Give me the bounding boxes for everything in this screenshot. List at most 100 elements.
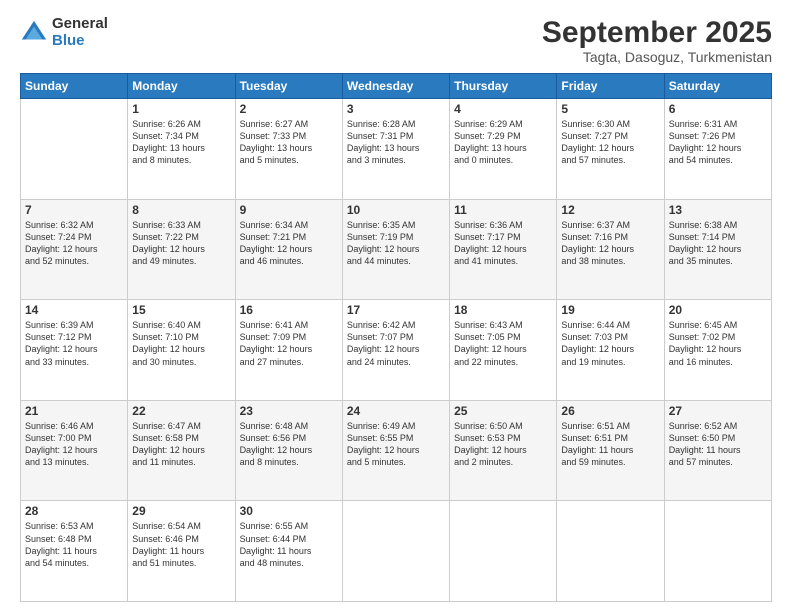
day-number: 2 — [240, 102, 338, 116]
calendar-cell: 16 Sunrise: 6:41 AM Sunset: 7:09 PM Dayli… — [235, 300, 342, 401]
day-info: Sunrise: 6:32 AM Sunset: 7:24 PM Dayligh… — [25, 219, 123, 268]
calendar-week-2: 7 Sunrise: 6:32 AM Sunset: 7:24 PM Daylig… — [21, 199, 772, 300]
subtitle: Tagta, Dasoguz, Turkmenistan — [542, 49, 772, 65]
day-number: 16 — [240, 303, 338, 317]
day-number: 14 — [25, 303, 123, 317]
day-info: Sunrise: 6:26 AM Sunset: 7:34 PM Dayligh… — [132, 118, 230, 167]
day-number: 9 — [240, 203, 338, 217]
col-tuesday: Tuesday — [235, 74, 342, 99]
day-info: Sunrise: 6:46 AM Sunset: 7:00 PM Dayligh… — [25, 420, 123, 469]
calendar-week-4: 21 Sunrise: 6:46 AM Sunset: 7:00 PM Dayli… — [21, 400, 772, 501]
col-friday: Friday — [557, 74, 664, 99]
day-number: 27 — [669, 404, 767, 418]
day-number: 11 — [454, 203, 552, 217]
col-monday: Monday — [128, 74, 235, 99]
day-number: 7 — [25, 203, 123, 217]
day-number: 30 — [240, 504, 338, 518]
calendar-week-3: 14 Sunrise: 6:39 AM Sunset: 7:12 PM Dayli… — [21, 300, 772, 401]
calendar-cell — [450, 501, 557, 602]
day-number: 24 — [347, 404, 445, 418]
calendar-cell: 2 Sunrise: 6:27 AM Sunset: 7:33 PM Daylig… — [235, 99, 342, 200]
day-info: Sunrise: 6:42 AM Sunset: 7:07 PM Dayligh… — [347, 319, 445, 368]
logo-general-text: General — [52, 16, 108, 33]
logo-icon — [20, 19, 48, 47]
day-number: 21 — [25, 404, 123, 418]
day-number: 6 — [669, 102, 767, 116]
day-info: Sunrise: 6:31 AM Sunset: 7:26 PM Dayligh… — [669, 118, 767, 167]
calendar-cell: 5 Sunrise: 6:30 AM Sunset: 7:27 PM Daylig… — [557, 99, 664, 200]
calendar-cell: 30 Sunrise: 6:55 AM Sunset: 6:44 PM Dayli… — [235, 501, 342, 602]
calendar-cell: 17 Sunrise: 6:42 AM Sunset: 7:07 PM Dayli… — [342, 300, 449, 401]
calendar-cell — [557, 501, 664, 602]
day-number: 12 — [561, 203, 659, 217]
calendar-cell: 9 Sunrise: 6:34 AM Sunset: 7:21 PM Daylig… — [235, 199, 342, 300]
page: General Blue September 2025 Tagta, Dasog… — [0, 0, 792, 612]
day-number: 8 — [132, 203, 230, 217]
day-number: 1 — [132, 102, 230, 116]
day-number: 22 — [132, 404, 230, 418]
logo-blue-text: Blue — [52, 33, 108, 50]
day-number: 25 — [454, 404, 552, 418]
day-number: 3 — [347, 102, 445, 116]
day-info: Sunrise: 6:39 AM Sunset: 7:12 PM Dayligh… — [25, 319, 123, 368]
day-info: Sunrise: 6:37 AM Sunset: 7:16 PM Dayligh… — [561, 219, 659, 268]
day-number: 23 — [240, 404, 338, 418]
day-info: Sunrise: 6:53 AM Sunset: 6:48 PM Dayligh… — [25, 520, 123, 569]
calendar-cell: 27 Sunrise: 6:52 AM Sunset: 6:50 PM Dayli… — [664, 400, 771, 501]
day-info: Sunrise: 6:33 AM Sunset: 7:22 PM Dayligh… — [132, 219, 230, 268]
day-number: 15 — [132, 303, 230, 317]
calendar-cell: 19Sunrise: 6:44 AM Sunset: 7:03 PM Dayli… — [557, 300, 664, 401]
day-info: Sunrise: 6:28 AM Sunset: 7:31 PM Dayligh… — [347, 118, 445, 167]
col-sunday: Sunday — [21, 74, 128, 99]
calendar-cell: 8 Sunrise: 6:33 AM Sunset: 7:22 PM Daylig… — [128, 199, 235, 300]
day-info: Sunrise: 6:34 AM Sunset: 7:21 PM Dayligh… — [240, 219, 338, 268]
calendar-cell: 11 Sunrise: 6:36 AM Sunset: 7:17 PM Dayli… — [450, 199, 557, 300]
calendar-cell: 13 Sunrise: 6:38 AM Sunset: 7:14 PM Dayli… — [664, 199, 771, 300]
calendar-cell: 1 Sunrise: 6:26 AM Sunset: 7:34 PM Daylig… — [128, 99, 235, 200]
day-number: 10 — [347, 203, 445, 217]
day-number: 29 — [132, 504, 230, 518]
day-info: Sunrise: 6:52 AM Sunset: 6:50 PM Dayligh… — [669, 420, 767, 469]
calendar-cell: 26Sunrise: 6:51 AM Sunset: 6:51 PM Dayli… — [557, 400, 664, 501]
day-info: Sunrise: 6:35 AM Sunset: 7:19 PM Dayligh… — [347, 219, 445, 268]
calendar-cell: 15Sunrise: 6:40 AM Sunset: 7:10 PM Dayli… — [128, 300, 235, 401]
calendar-cell: 18Sunrise: 6:43 AM Sunset: 7:05 PM Dayli… — [450, 300, 557, 401]
day-number: 26 — [561, 404, 659, 418]
main-title: September 2025 — [542, 16, 772, 49]
day-info: Sunrise: 6:36 AM Sunset: 7:17 PM Dayligh… — [454, 219, 552, 268]
day-info: Sunrise: 6:44 AM Sunset: 7:03 PM Dayligh… — [561, 319, 659, 368]
calendar-week-1: 1 Sunrise: 6:26 AM Sunset: 7:34 PM Daylig… — [21, 99, 772, 200]
calendar-cell: 28Sunrise: 6:53 AM Sunset: 6:48 PM Dayli… — [21, 501, 128, 602]
calendar-cell: 14 Sunrise: 6:39 AM Sunset: 7:12 PM Dayli… — [21, 300, 128, 401]
day-info: Sunrise: 6:41 AM Sunset: 7:09 PM Dayligh… — [240, 319, 338, 368]
day-info: Sunrise: 6:50 AM Sunset: 6:53 PM Dayligh… — [454, 420, 552, 469]
day-info: Sunrise: 6:27 AM Sunset: 7:33 PM Dayligh… — [240, 118, 338, 167]
logo: General Blue — [20, 16, 108, 49]
calendar-cell: 7 Sunrise: 6:32 AM Sunset: 7:24 PM Daylig… — [21, 199, 128, 300]
calendar-cell: 23 Sunrise: 6:48 AM Sunset: 6:56 PM Dayli… — [235, 400, 342, 501]
calendar-cell: 24Sunrise: 6:49 AM Sunset: 6:55 PM Dayli… — [342, 400, 449, 501]
calendar-cell — [664, 501, 771, 602]
day-number: 17 — [347, 303, 445, 317]
calendar-cell: 3 Sunrise: 6:28 AM Sunset: 7:31 PM Daylig… — [342, 99, 449, 200]
calendar-cell: 10 Sunrise: 6:35 AM Sunset: 7:19 PM Dayli… — [342, 199, 449, 300]
day-number: 20 — [669, 303, 767, 317]
day-number: 18 — [454, 303, 552, 317]
day-info: Sunrise: 6:55 AM Sunset: 6:44 PM Dayligh… — [240, 520, 338, 569]
day-number: 13 — [669, 203, 767, 217]
col-thursday: Thursday — [450, 74, 557, 99]
day-info: Sunrise: 6:45 AM Sunset: 7:02 PM Dayligh… — [669, 319, 767, 368]
header: General Blue September 2025 Tagta, Dasog… — [20, 16, 772, 65]
calendar-cell: 29Sunrise: 6:54 AM Sunset: 6:46 PM Dayli… — [128, 501, 235, 602]
title-block: September 2025 Tagta, Dasoguz, Turkmenis… — [542, 16, 772, 65]
calendar-cell: 6 Sunrise: 6:31 AM Sunset: 7:26 PM Daylig… — [664, 99, 771, 200]
day-info: Sunrise: 6:30 AM Sunset: 7:27 PM Dayligh… — [561, 118, 659, 167]
logo-text: General Blue — [52, 16, 108, 49]
col-saturday: Saturday — [664, 74, 771, 99]
calendar-cell: 20 Sunrise: 6:45 AM Sunset: 7:02 PM Dayli… — [664, 300, 771, 401]
calendar-cell: 4Sunrise: 6:29 AM Sunset: 7:29 PM Daylig… — [450, 99, 557, 200]
calendar-table: Sunday Monday Tuesday Wednesday Thursday… — [20, 73, 772, 602]
day-info: Sunrise: 6:48 AM Sunset: 6:56 PM Dayligh… — [240, 420, 338, 469]
day-info: Sunrise: 6:38 AM Sunset: 7:14 PM Dayligh… — [669, 219, 767, 268]
day-number: 5 — [561, 102, 659, 116]
